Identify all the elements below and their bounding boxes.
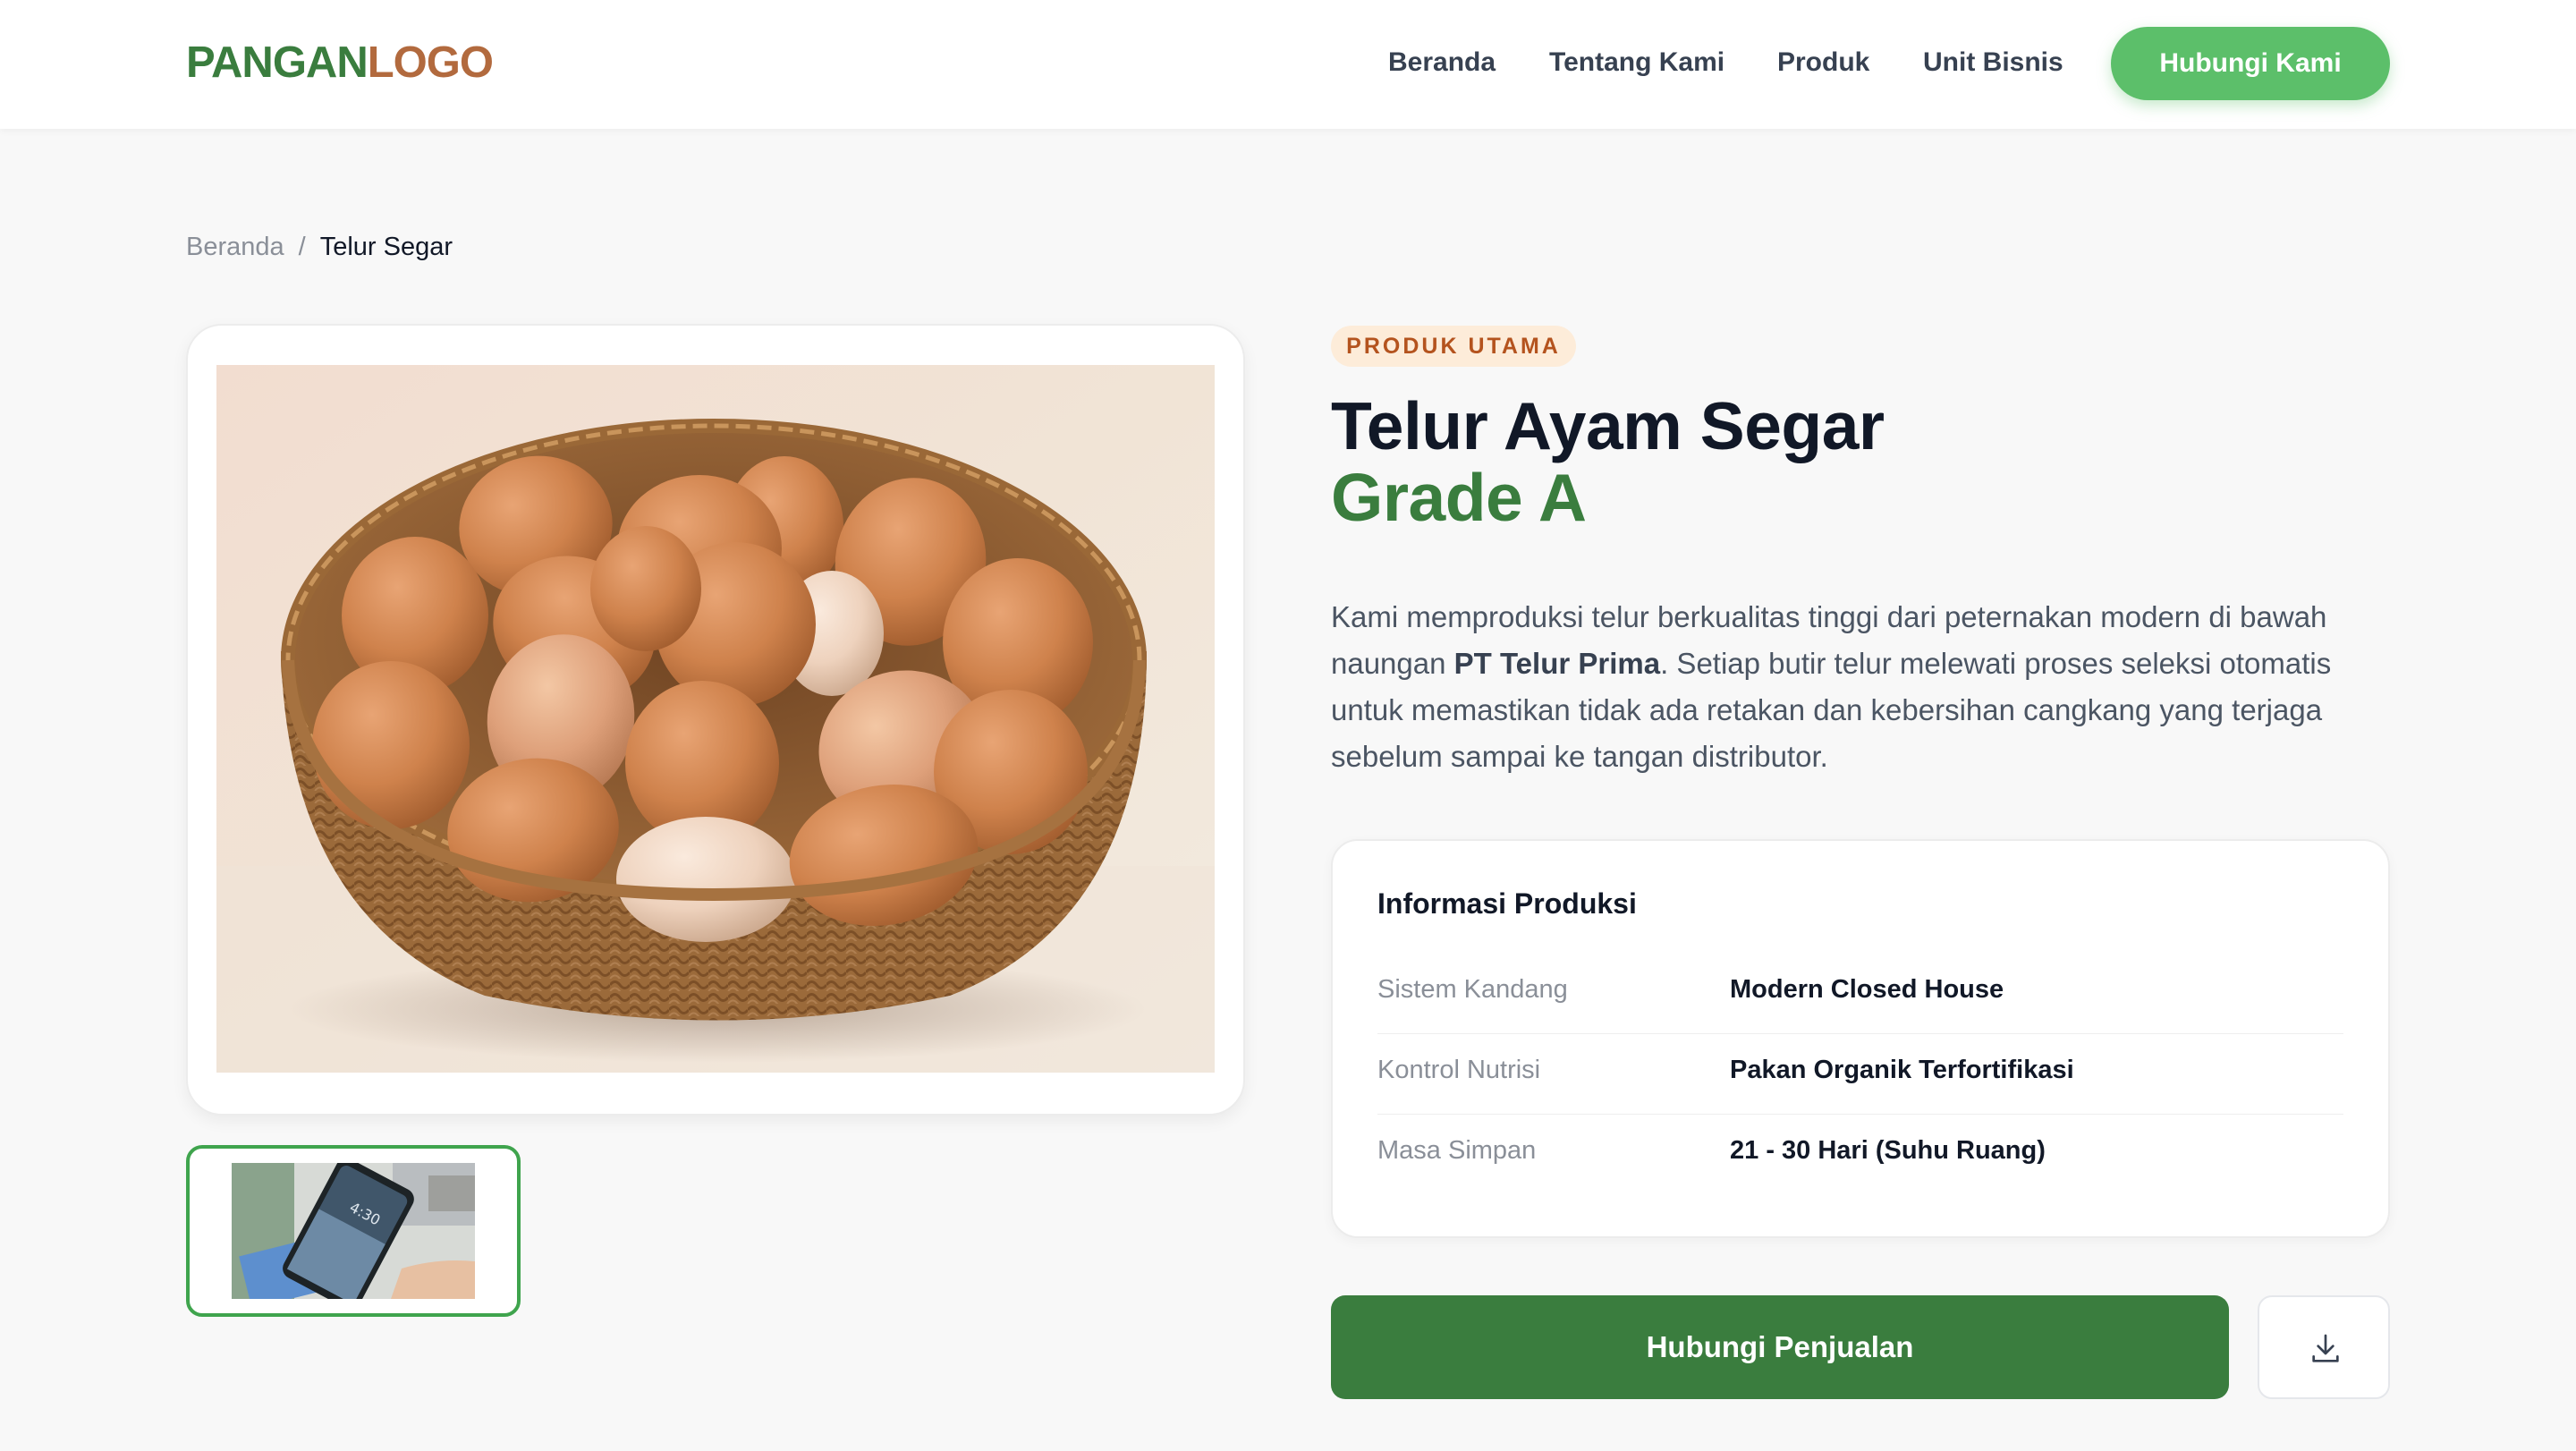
download-button[interactable] bbox=[2258, 1295, 2390, 1399]
product-title-line1: Telur Ayam Segar bbox=[1331, 388, 1885, 463]
company-name: PT Telur Prima bbox=[1453, 647, 1661, 680]
logo-part-primary: PANGAN bbox=[186, 38, 369, 87]
spec-row: Masa Simpan 21 - 30 Hari (Suhu Ruang) bbox=[1377, 1115, 2343, 1195]
contact-sales-button[interactable]: Hubungi Penjualan bbox=[1331, 1295, 2229, 1399]
spec-value: 21 - 30 Hari (Suhu Ruang) bbox=[1730, 1136, 2046, 1165]
smartphone-photo[interactable]: 4:30 bbox=[232, 1163, 475, 1299]
spec-row: Kontrol Nutrisi Pakan Organik Terfortifi… bbox=[1377, 1034, 2343, 1115]
spec-label: Kontrol Nutrisi bbox=[1377, 1056, 1541, 1084]
featured-product-badge: PRODUK UTAMA bbox=[1331, 326, 1576, 367]
breadcrumb-separator: / bbox=[298, 233, 306, 261]
breadcrumb: Beranda / Telur Segar bbox=[186, 229, 453, 265]
nav-link-tentang-kami[interactable]: Tentang Kami bbox=[1549, 43, 1724, 82]
egg-basket-photo bbox=[216, 365, 1215, 1073]
nav-link-unit-bisnis[interactable]: Unit Bisnis bbox=[1923, 43, 2063, 82]
breadcrumb-current: Telur Segar bbox=[319, 233, 453, 261]
breadcrumb-home-link[interactable]: Beranda bbox=[186, 233, 284, 261]
nav-link-beranda[interactable]: Beranda bbox=[1388, 43, 1496, 82]
contact-us-button[interactable]: Hubungi Kami bbox=[2111, 27, 2390, 100]
spec-value: Modern Closed House bbox=[1730, 975, 2004, 1004]
spec-row: Sistem Kandang Modern Closed House bbox=[1377, 954, 2343, 1034]
production-info-title: Informasi Produksi bbox=[1377, 887, 1637, 920]
spec-label: Sistem Kandang bbox=[1377, 975, 1568, 1004]
spec-label: Masa Simpan bbox=[1377, 1136, 1537, 1165]
product-title-grade: Grade A bbox=[1331, 460, 1587, 535]
spec-value: Pakan Organik Terfortifikasi bbox=[1730, 1056, 2074, 1084]
product-title: Telur Ayam Segar Grade A bbox=[1331, 390, 2494, 533]
site-logo[interactable]: PANGANLOGO bbox=[186, 36, 494, 89]
logo-part-secondary: LOGO bbox=[367, 38, 494, 87]
product-description: Kami memproduksi telur berkualitas tingg… bbox=[1331, 594, 2404, 780]
site-header: PANGANLOGO Beranda Tentang Kami Produk U… bbox=[0, 0, 2576, 129]
production-info-card: Informasi Produksi Sistem Kandang Modern… bbox=[1331, 839, 2390, 1238]
download-icon bbox=[2312, 1334, 2339, 1362]
nav-link-produk[interactable]: Produk bbox=[1777, 43, 1869, 82]
